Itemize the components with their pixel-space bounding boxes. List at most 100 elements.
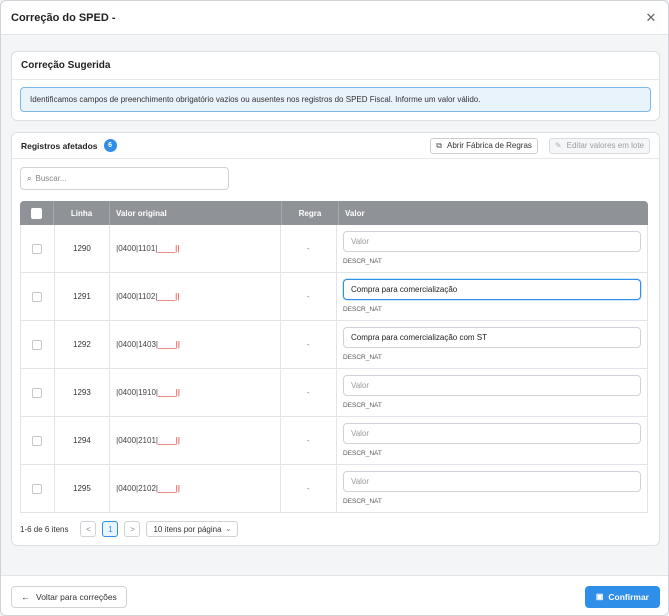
table-header: Linha Valor original Regra Valor — [20, 201, 648, 225]
original-value-cell: |0400|2101|____|| — [110, 417, 281, 464]
header-regra: Regra — [282, 201, 339, 225]
select-all-cell — [20, 201, 54, 225]
prev-page-button[interactable]: < — [80, 521, 97, 537]
search-input[interactable]: ⌕ Buscar... — [20, 167, 229, 190]
per-page-select[interactable]: 10 itens por página ⌄ — [146, 521, 239, 537]
confirm-button[interactable]: ▣ Confirmar — [584, 585, 660, 608]
value-input[interactable]: Valor — [342, 231, 641, 252]
value-input[interactable]: Valor — [342, 375, 641, 396]
registers-header: Registros afetados 6 ⧉ Abrir Fábrica de … — [12, 133, 659, 159]
table-row: 1292 |0400|1403|____|| - Compra para comerc… — [20, 321, 648, 369]
pagination-info: 1-6 de 6 itens — [20, 524, 69, 534]
back-button[interactable]: ← Voltar para correções — [11, 585, 127, 608]
back-label: Voltar para correções — [36, 591, 117, 602]
original-value-prefix: |0400|2102| — [116, 484, 158, 493]
pagination: 1-6 de 6 itens < 1 > 10 itens por página… — [20, 520, 239, 538]
info-alert-text: Identificamos campos de preenchimento ob… — [30, 95, 481, 104]
original-value-suffix: || — [175, 340, 180, 349]
suggestion-card: Correção Sugerida Identificamos campos d… — [11, 51, 660, 121]
missing-field-marker: ____ — [157, 340, 176, 349]
search-icon: ⌕ — [27, 173, 32, 183]
original-value-prefix: |0400|1403| — [116, 340, 158, 349]
regra-cell: - — [281, 369, 337, 416]
open-rules-label: Abrir Fábrica de Regras — [447, 141, 532, 150]
row-select-cell — [21, 417, 55, 464]
chevron-down-icon: ⌄ — [225, 526, 232, 533]
header-valor-original: Valor original — [110, 201, 282, 225]
original-value: |0400|1102|____|| — [116, 292, 179, 301]
registers-table: Linha Valor original Regra Valor 1290 |04… — [20, 201, 648, 513]
missing-field-marker: ____ — [157, 484, 176, 493]
regra-cell: - — [281, 225, 337, 272]
regra-value: - — [306, 292, 310, 301]
header-linha: Linha — [54, 201, 110, 225]
original-value-prefix: |0400|1101| — [116, 244, 158, 253]
table-row: 1293 |0400|1910|____|| - Valor DESCR_NAT — [20, 369, 648, 417]
regra-value: - — [306, 244, 310, 253]
row-checkbox[interactable] — [32, 243, 43, 254]
affected-registers-card: Registros afetados 6 ⧉ Abrir Fábrica de … — [11, 132, 660, 546]
row-select-cell — [21, 465, 55, 512]
search-placeholder: Buscar... — [35, 174, 67, 183]
per-page-label: 10 itens por página — [153, 524, 222, 534]
linha-cell: 1295 — [55, 465, 111, 512]
table-body: 1290 |0400|1101|____|| - Valor DESCR_NAT 1291… — [20, 225, 648, 513]
suggestion-title: Correção Sugerida — [12, 52, 659, 80]
value-input-cell: Compra para comercialização DESCR_NAT — [337, 273, 647, 320]
original-value: |0400|1910|____|| — [116, 388, 180, 397]
field-name-label: DESCR_NAT — [342, 354, 382, 361]
next-page-button[interactable]: > — [124, 521, 141, 537]
regra-value: - — [306, 388, 310, 397]
original-value: |0400|2101|____|| — [116, 436, 180, 445]
close-icon[interactable]: ✕ — [644, 10, 658, 25]
field-name-label: DESCR_NAT — [342, 450, 382, 457]
original-value-cell: |0400|1403|____|| — [110, 321, 281, 368]
original-value: |0400|2102|____|| — [116, 484, 180, 493]
value-input[interactable]: Valor — [342, 423, 641, 444]
select-all-checkbox[interactable] — [31, 207, 42, 219]
row-checkbox[interactable] — [32, 483, 43, 494]
original-value-cell: |0400|1910|____|| — [110, 369, 281, 416]
original-value-suffix: || — [175, 484, 180, 493]
row-checkbox[interactable] — [32, 387, 43, 398]
value-input[interactable]: Valor — [342, 471, 641, 492]
original-value: |0400|1403|____|| — [116, 340, 180, 349]
original-value-suffix: || — [175, 292, 180, 301]
row-checkbox[interactable] — [32, 291, 43, 302]
value-input-cell: Valor DESCR_NAT — [337, 369, 647, 416]
linha-cell: 1293 — [55, 369, 111, 416]
original-value-suffix: || — [175, 388, 180, 397]
page-1-button[interactable]: 1 — [102, 521, 119, 537]
open-rules-button[interactable]: ⧉ Abrir Fábrica de Regras — [430, 137, 538, 154]
row-select-cell — [21, 369, 55, 416]
value-input-cell: Valor DESCR_NAT — [337, 225, 647, 272]
original-value-suffix: || — [175, 244, 180, 253]
original-value: |0400|1101|____|| — [116, 244, 179, 253]
regra-cell: - — [281, 465, 337, 512]
value-input-cell: Valor DESCR_NAT — [337, 465, 647, 512]
missing-field-marker: ____ — [157, 388, 176, 397]
table-row: 1295 |0400|2102|____|| - Valor DESCR_NAT — [20, 465, 648, 513]
regra-cell: - — [281, 273, 337, 320]
info-alert: Identificamos campos de preenchimento ob… — [20, 87, 651, 112]
modal-body: Correção Sugerida Identificamos campos d… — [1, 35, 668, 575]
row-select-cell — [21, 273, 55, 320]
sped-correction-modal: Correção do SPED - ✕ Correção Sugerida I… — [0, 0, 669, 616]
field-name-label: DESCR_NAT — [342, 306, 382, 313]
field-name-label: DESCR_NAT — [342, 402, 382, 409]
edit-batch-button[interactable]: ✎ Editar valores em lote — [548, 137, 650, 154]
regra-cell: - — [281, 417, 337, 464]
regra-value: - — [306, 484, 310, 493]
original-value-cell: |0400|1102|____|| — [110, 273, 281, 320]
value-input[interactable]: Compra para comercialização — [342, 279, 641, 300]
missing-field-marker: ____ — [157, 436, 176, 445]
original-value-prefix: |0400|1910| — [116, 388, 158, 397]
value-input[interactable]: Compra para comercialização com ST — [342, 327, 641, 348]
modal-footer: ← Voltar para correções ▣ Confirmar — [1, 575, 668, 615]
row-select-cell — [21, 225, 55, 272]
linha-cell: 1291 — [55, 273, 111, 320]
field-name-label: DESCR_NAT — [342, 258, 382, 265]
row-checkbox[interactable] — [32, 435, 43, 446]
row-checkbox[interactable] — [32, 339, 43, 350]
original-value-cell: |0400|2102|____|| — [110, 465, 281, 512]
